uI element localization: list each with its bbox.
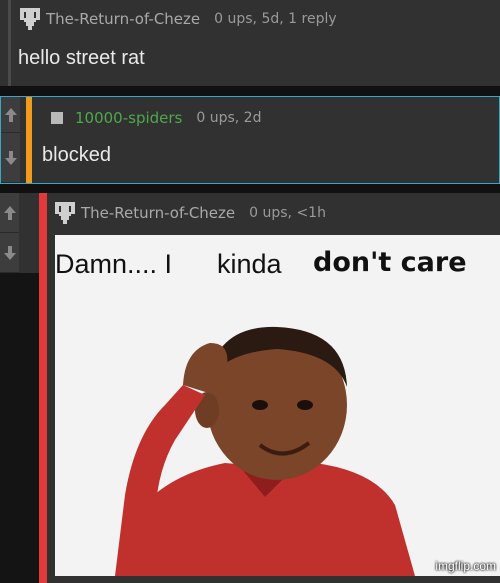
comment-stats: 0 ups, 2d: [196, 110, 262, 126]
username-link[interactable]: 10000-spiders: [75, 109, 182, 127]
comment-body: hello street rat: [18, 47, 145, 69]
comment-stats: 0 ups, <1h: [249, 205, 326, 221]
meme-image[interactable]: Damn.... I kinda don't care imgflip.com: [55, 235, 500, 576]
imgflip-watermark: imgflip.com: [435, 559, 496, 573]
vote-column: [1, 97, 20, 183]
pixel-avatar-icon[interactable]: [20, 8, 40, 30]
vote-column: [0, 193, 19, 273]
accent-bar: [39, 193, 47, 583]
upvote-button[interactable]: [0, 193, 19, 233]
down-arrow-icon: [4, 150, 17, 165]
downvote-button[interactable]: [1, 133, 20, 183]
meme-illustration: [115, 326, 415, 576]
accent-bar: [26, 97, 32, 183]
comment-stats: 0 ups, 5d, 1 reply: [214, 11, 337, 27]
downvote-button[interactable]: [0, 233, 19, 273]
up-arrow-icon: [3, 205, 16, 220]
vote-column-filler: [0, 273, 39, 583]
username-link[interactable]: The-Return-of-Cheze: [46, 10, 200, 28]
comment-meta: The-Return-of-Cheze 0 ups, <1h: [55, 202, 326, 224]
comment-2: 10000-spiders 0 ups, 2d blocked: [0, 96, 500, 184]
comment-meta: The-Return-of-Cheze 0 ups, 5d, 1 reply: [20, 8, 337, 30]
comment-1: The-Return-of-Cheze 0 ups, 5d, 1 reply h…: [0, 0, 500, 86]
up-arrow-icon: [4, 107, 17, 122]
username-link[interactable]: The-Return-of-Cheze: [81, 204, 235, 222]
comment-meta: 10000-spiders 0 ups, 2d: [51, 109, 261, 127]
upvote-button[interactable]: [1, 97, 20, 133]
pixel-avatar-icon[interactable]: [55, 202, 75, 224]
comment-body: blocked: [42, 144, 111, 166]
down-arrow-icon: [3, 245, 16, 260]
thread-line: [8, 0, 11, 86]
square-icon: [51, 112, 63, 124]
